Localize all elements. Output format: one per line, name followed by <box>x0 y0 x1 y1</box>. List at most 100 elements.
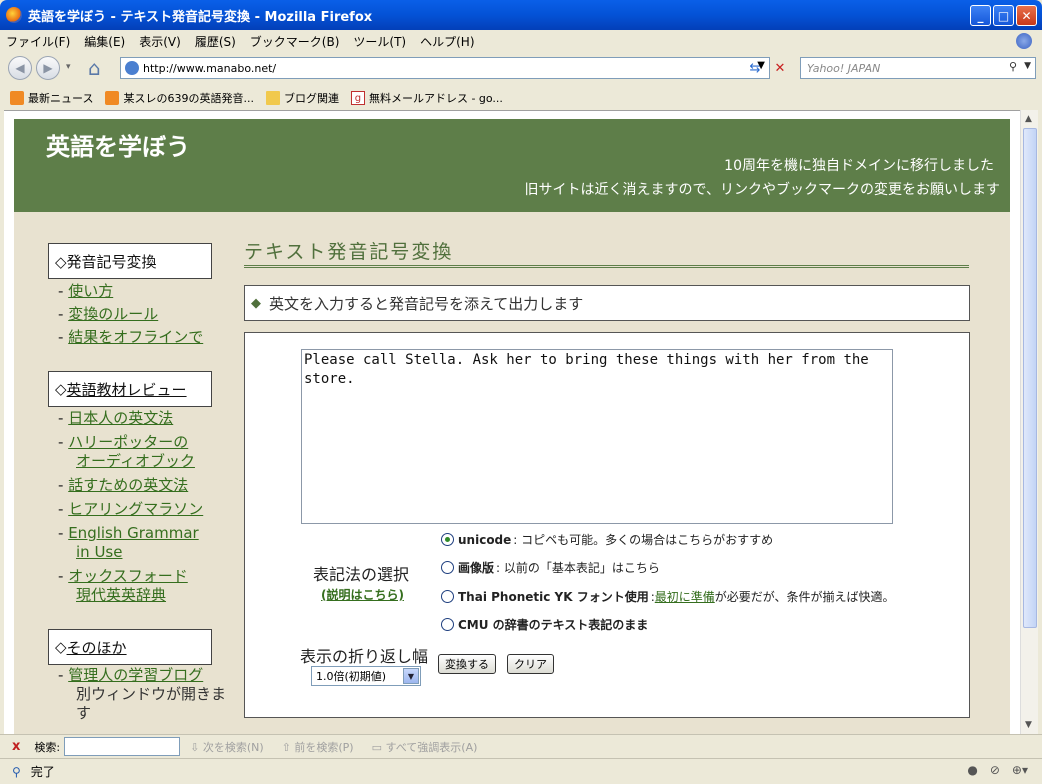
url-text[interactable]: http://www.manabo.net/ <box>143 62 276 75</box>
bookmark-label: 無料メールアドレス - go... <box>368 92 503 105</box>
site-header: 英語を学ぼう 10周年を機に独自ドメインに移行しました 旧サイトは近く消えますの… <box>14 119 1010 212</box>
bullet: - <box>58 305 64 323</box>
sidebar-link-grammar-in-use-2[interactable]: in Use <box>76 543 122 561</box>
sidebar-heading-other: ◇ そのほか <box>48 629 212 665</box>
menu-edit[interactable]: 編集(E) <box>84 33 125 50</box>
sidebar-item: - 管理人の学習ブログ <box>58 666 203 685</box>
find-previous-button[interactable]: ⇧ 前を検索(P) <box>282 739 354 755</box>
scroll-up-icon[interactable]: ▲ <box>1025 114 1032 124</box>
sidebar-link-grammar-jp[interactable]: 日本人の英文法 <box>68 409 173 427</box>
menu-history[interactable]: 履歴(S) <box>195 33 236 50</box>
bullet: - <box>58 567 64 585</box>
bullet: - <box>58 666 64 684</box>
forward-button[interactable]: ▶ <box>36 56 60 80</box>
bullet: - <box>58 433 64 451</box>
page-title: テキスト発音記号変換 <box>244 241 454 263</box>
prepare-first-link[interactable]: 最初に準備 <box>655 588 715 605</box>
down-arrow-icon: ⇩ <box>190 740 200 754</box>
option-unicode[interactable]: unicode : コピペも可能。多くの場合はこちらがおすすめ <box>441 531 773 548</box>
find-next-button[interactable]: ⇩ 次を検索(N) <box>190 739 264 755</box>
bullet: - <box>58 524 64 542</box>
sidebar-link-hearing-marathon[interactable]: ヒアリングマラソン <box>68 500 203 518</box>
radio-cmu[interactable] <box>441 618 454 631</box>
bookmark-item[interactable]: g 無料メールアドレス - go... <box>350 90 503 106</box>
menu-tools[interactable]: ツール(T) <box>353 33 406 50</box>
search-engine-dropdown-icon[interactable]: ▼ <box>1024 61 1031 71</box>
stop-button[interactable]: ✕ <box>769 57 791 79</box>
option-cmu[interactable]: CMU の辞書のテキスト表記のまま <box>441 616 650 633</box>
security-icon[interactable]: ⊘ <box>990 763 1000 777</box>
status-icons: ● ⊘ ⊕▾ <box>967 763 1028 777</box>
bullet: - <box>58 500 64 518</box>
home-icon[interactable]: ⌂ <box>88 56 101 80</box>
find-input[interactable] <box>64 737 181 756</box>
option-image[interactable]: 画像版 : 以前の「基本表記」はこちら <box>441 559 660 576</box>
sidebar-link-harry-potter[interactable]: ハリーポッターの <box>68 433 188 451</box>
sidebar-link-grammar-in-use[interactable]: English Grammar <box>68 524 199 542</box>
wrap-width-select[interactable]: 1.0倍(初期値) ▼ <box>311 666 421 686</box>
firefox-addon-icon[interactable]: ● <box>967 763 977 777</box>
diamond-icon: ◆ <box>251 295 261 311</box>
find-bar: x 検索: ⇩ 次を検索(N) ⇧ 前を検索(P) ▭ すべて強調表示(A) <box>0 734 1042 758</box>
sidebar-note: す <box>76 704 92 722</box>
sidebar-heading-other-link[interactable]: そのほか <box>67 637 127 658</box>
search-icon[interactable]: ⚲ <box>1009 60 1017 73</box>
bookmarks-toolbar: 最新ニュース 某スレの639の英語発音... ブログ関連 g 無料メールアドレス … <box>0 86 1042 110</box>
status-bar: ⚲ 完了 ● ⊘ ⊕▾ <box>0 758 1042 784</box>
sidebar-link-speaking-grammar[interactable]: 話すための英文法 <box>68 476 188 494</box>
title-divider <box>244 265 969 268</box>
url-bar[interactable]: http://www.manabo.net/ ▼ <box>120 57 770 79</box>
option-name: unicode <box>458 532 512 547</box>
text-input[interactable]: Please call Stella. Ask her to bring the… <box>301 349 893 524</box>
sidebar-item-continued: 現代英英辞典 <box>76 586 166 605</box>
clear-button[interactable]: クリア <box>507 654 554 674</box>
sidebar-heading-review-link[interactable]: 英語教材レビュー <box>67 379 187 400</box>
radio-unicode[interactable] <box>441 533 454 546</box>
menu-help[interactable]: ヘルプ(H) <box>420 33 474 50</box>
forward-arrow-icon: ▶ <box>43 61 53 75</box>
notation-help-link[interactable]: (説明はこちら) <box>321 586 404 603</box>
bookmark-item[interactable]: 某スレの639の英語発音... <box>105 90 254 106</box>
rss-icon <box>105 91 120 105</box>
back-button[interactable]: ◀ <box>8 56 32 80</box>
sidebar-link-blog[interactable]: 管理人の学習ブログ <box>68 666 203 684</box>
bookmark-folder[interactable]: ブログ関連 <box>265 90 339 106</box>
menu-file[interactable]: ファイル(F) <box>6 33 70 50</box>
sidebar-link-oxford-2[interactable]: 現代英英辞典 <box>76 586 166 604</box>
menu-view[interactable]: 表示(V) <box>139 33 181 50</box>
chevron-down-icon[interactable]: ▼ <box>403 668 419 684</box>
reload-button[interactable]: ⇆ <box>744 57 766 79</box>
zoom-icon[interactable]: ⊕▾ <box>1012 763 1028 777</box>
site-title[interactable]: 英語を学ぼう <box>46 127 190 162</box>
history-dropdown-icon[interactable]: ▾ <box>66 62 71 72</box>
bullet: - <box>58 476 64 494</box>
sidebar-link-oxford[interactable]: オックスフォード <box>68 567 188 585</box>
window-controls: _ □ ✕ <box>970 5 1037 26</box>
sidebar-link-audiobook[interactable]: オーディオブック <box>76 452 195 470</box>
sidebar-heading-label: ◇発音記号変換 <box>55 252 157 271</box>
menu-bookmarks[interactable]: ブックマーク(B) <box>250 33 340 50</box>
highlight-all-button[interactable]: ▭ すべて強調表示(A) <box>372 739 478 755</box>
radio-thai-font[interactable] <box>441 590 454 603</box>
back-arrow-icon: ◀ <box>15 61 25 75</box>
scroll-down-icon[interactable]: ▼ <box>1025 720 1032 730</box>
option-thai-font[interactable]: Thai Phonetic YK フォント使用 : 最初に準備 が必要だが、条件… <box>441 588 895 605</box>
maximize-button[interactable]: □ <box>993 5 1014 26</box>
radio-image[interactable] <box>441 561 454 574</box>
option-desc: が必要だが、条件が揃えば快適。 <box>714 590 895 604</box>
notation-heading: 表記法の選択 <box>313 565 410 584</box>
close-button[interactable]: ✕ <box>1016 5 1037 26</box>
convert-button[interactable]: 変換する <box>438 654 496 674</box>
bookmark-item[interactable]: 最新ニュース <box>10 90 93 106</box>
minimize-button[interactable]: _ <box>970 5 991 26</box>
sidebar-link-offline[interactable]: 結果をオフラインで <box>68 328 203 346</box>
vertical-scrollbar[interactable]: ▲ ▼ <box>1020 110 1038 734</box>
scroll-thumb[interactable] <box>1023 128 1037 628</box>
close-find-bar-icon[interactable]: x <box>12 739 20 754</box>
sidebar-link-rules[interactable]: 変換のルール <box>68 305 158 323</box>
rss-icon <box>10 91 24 105</box>
sidebar-link-usage[interactable]: 使い方 <box>68 282 113 300</box>
search-input[interactable]: Yahoo! JAPAN ⚲ ▼ <box>800 57 1036 79</box>
throbber-icon <box>1016 33 1032 49</box>
page-body: 英語を学ぼう 10周年を機に独自ドメインに移行しました 旧サイトは近く消えますの… <box>14 119 1010 734</box>
